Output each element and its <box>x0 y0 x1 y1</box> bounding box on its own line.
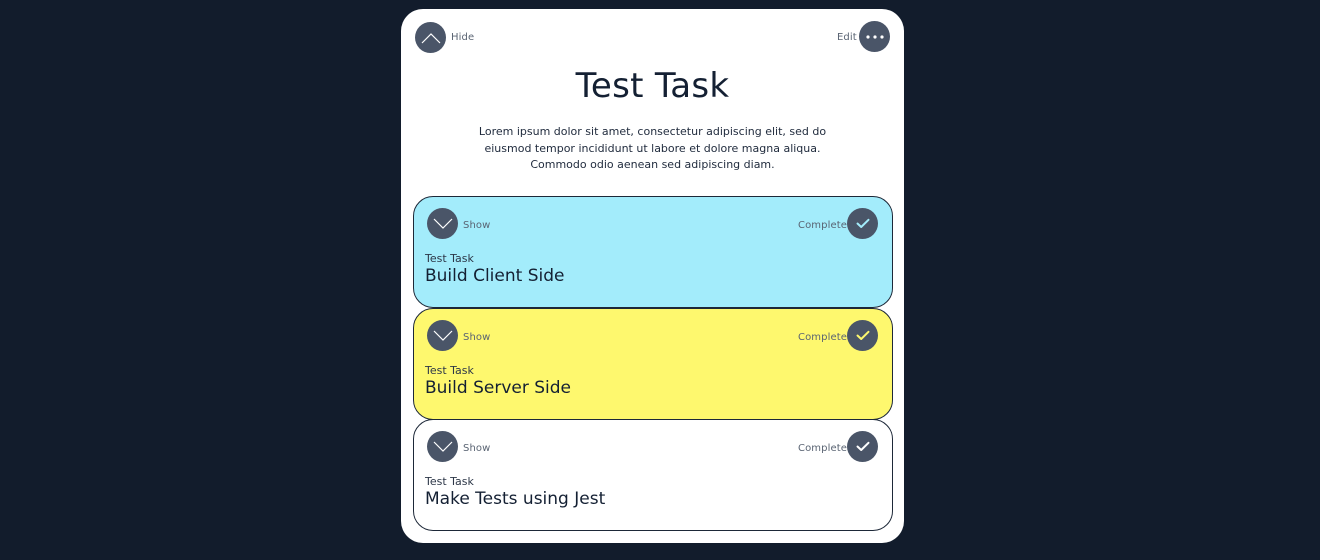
subtask-project: Test Task <box>425 475 474 488</box>
checkmark-icon <box>856 441 869 451</box>
complete-label: Complete <box>798 443 847 454</box>
chevron-down-icon <box>433 441 452 452</box>
subtask-card[interactable]: Show Complete Test Task Make Tests using… <box>413 419 893 531</box>
show-label: Show <box>463 443 491 454</box>
subtask-name: Build Client Side <box>425 266 565 286</box>
subtask-card[interactable]: Show Complete Test Task Build Client Sid… <box>413 196 893 308</box>
show-button[interactable] <box>427 208 458 239</box>
complete-label: Complete <box>798 220 847 231</box>
subtask-name: Build Server Side <box>425 378 571 398</box>
task-description: Lorem ipsum dolor sit amet, consectetur … <box>478 125 827 171</box>
hide-button[interactable] <box>415 22 446 53</box>
complete-label: Complete <box>798 332 847 343</box>
subtask-card[interactable]: Show Complete Test Task Build Server Sid… <box>413 308 893 420</box>
complete-button[interactable] <box>847 431 878 462</box>
complete-button[interactable] <box>847 208 878 239</box>
subtask-project: Test Task <box>425 252 474 265</box>
chevron-up-icon <box>421 32 440 43</box>
task-title: Test Task <box>575 66 730 106</box>
hide-label: Hide <box>451 32 475 43</box>
chevron-down-icon <box>433 330 452 341</box>
show-label: Show <box>463 220 491 231</box>
edit-label: Edit <box>837 32 857 43</box>
chevron-down-icon <box>433 218 452 229</box>
checkmark-icon <box>856 218 869 228</box>
task-detail-card: Hide Edit Test Task Lorem ipsum dolor si… <box>401 9 904 543</box>
edit-button[interactable] <box>859 21 890 52</box>
show-button[interactable] <box>427 320 458 351</box>
subtask-project: Test Task <box>425 364 474 377</box>
show-label: Show <box>463 332 491 343</box>
show-button[interactable] <box>427 431 458 462</box>
complete-button[interactable] <box>847 320 878 351</box>
more-horizontal-icon <box>865 34 884 39</box>
checkmark-icon <box>856 330 869 340</box>
subtask-name: Make Tests using Jest <box>425 489 606 509</box>
